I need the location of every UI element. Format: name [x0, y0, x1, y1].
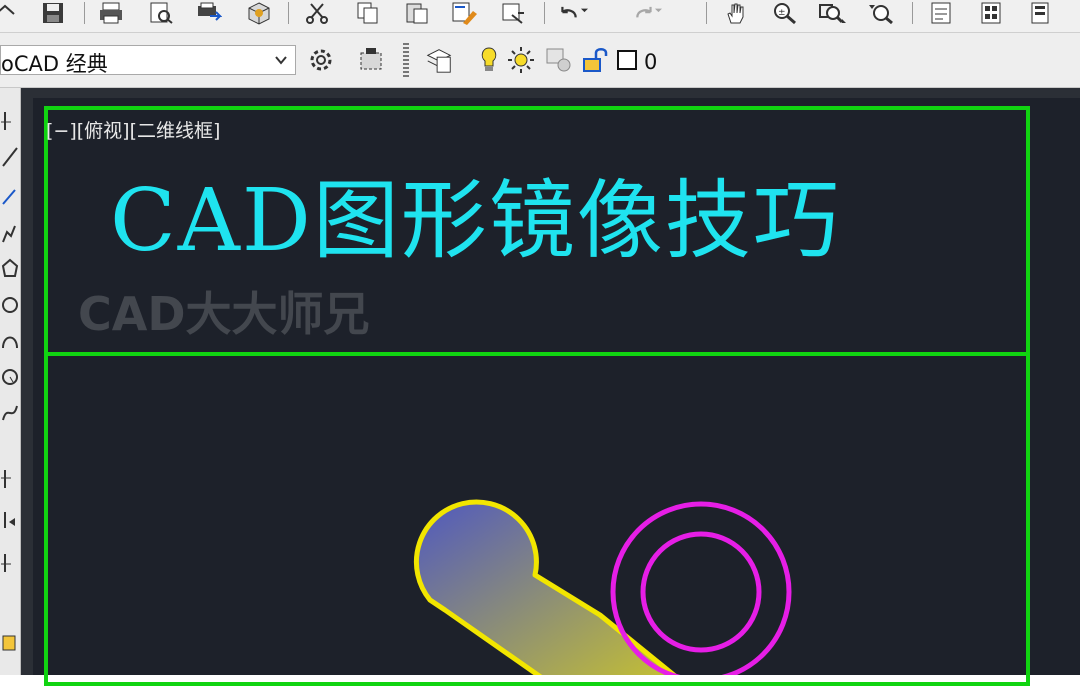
cad-drawing-geometry	[413, 499, 792, 675]
inner-circle[interactable]	[640, 531, 762, 653]
